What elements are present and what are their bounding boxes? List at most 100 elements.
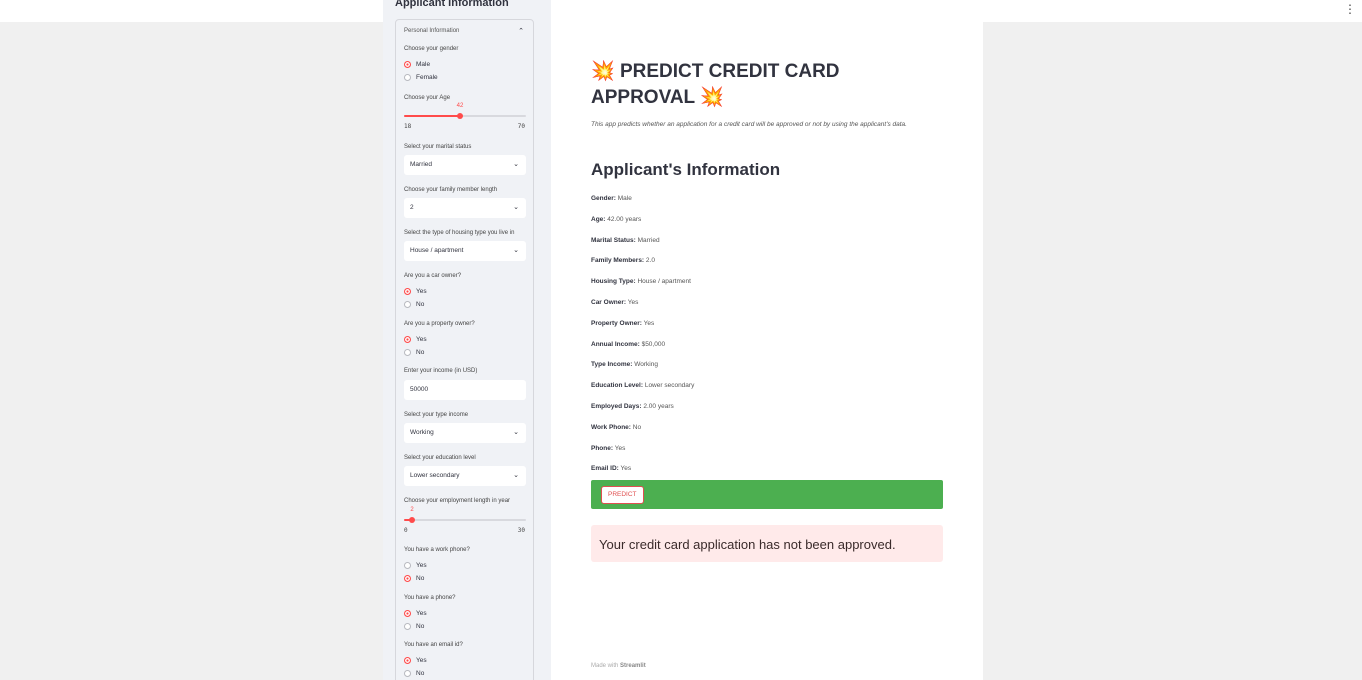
predict-bar: PREDICT [591, 480, 943, 509]
applicant-info-heading: Applicant's Information [591, 160, 781, 179]
predict-button[interactable]: PREDICT [601, 486, 644, 504]
info-value: Yes [627, 299, 639, 306]
streamlit-link[interactable]: Streamlit [620, 663, 646, 669]
property-owner-radio-no[interactable]: No [404, 347, 424, 357]
age-slider-thumb[interactable] [457, 113, 463, 119]
result-alert: Your credit card application has not bee… [591, 525, 943, 562]
info-value: 2.00 years [643, 403, 674, 410]
housing-type-select[interactable]: House / apartment ⌄ [404, 241, 526, 261]
info-key: Annual Income: [591, 341, 640, 348]
info-key: Property Owner: [591, 320, 642, 327]
chevron-down-icon: ⌄ [513, 429, 519, 436]
info-key: Marital Status: [591, 237, 636, 244]
gender-radio-male[interactable]: Male [404, 59, 430, 69]
personal-info-expander: Personal Information ⌃ Choose your gende… [395, 19, 534, 680]
info-key: Type Income: [591, 361, 633, 368]
income-input[interactable]: 50000 [404, 380, 526, 400]
radio-unselected-icon [404, 669, 411, 677]
info-row: Phone: Yes [591, 445, 625, 452]
marital-status-select[interactable]: Married ⌄ [404, 155, 526, 175]
radio-selected-icon [404, 574, 411, 582]
age-label: Choose your Age [404, 95, 451, 101]
info-value: Yes [643, 320, 655, 327]
radio-selected-icon [404, 609, 411, 617]
education-label: Select your education level [404, 455, 476, 461]
footer: Made with Streamlit [591, 663, 646, 669]
info-key: Employed Days: [591, 403, 642, 410]
info-row: Marital Status: Married [591, 237, 660, 244]
age-slider[interactable] [404, 113, 526, 119]
marital-status-label: Select your marital status [404, 144, 472, 150]
education-select[interactable]: Lower secondary ⌄ [404, 466, 526, 486]
info-value: Lower secondary [644, 382, 695, 389]
gender-radio-female[interactable]: Female [404, 72, 438, 82]
car-owner-radio-yes[interactable]: Yes [404, 286, 427, 296]
family-length-label: Choose your family member length [404, 187, 498, 193]
phone-radio-no[interactable]: No [404, 621, 424, 631]
info-key: Car Owner: [591, 299, 627, 306]
info-key: Gender: [591, 195, 616, 202]
age-slider-fill [404, 115, 460, 117]
radio-unselected-icon [404, 73, 411, 81]
property-owner-radio-yes[interactable]: Yes [404, 334, 427, 344]
main-content: 💥 PREDICT CREDIT CARD APPROVAL 💥 This ap… [551, 22, 983, 680]
type-income-label: Select your type income [404, 412, 469, 418]
info-value: Male [617, 195, 632, 202]
age-slider-max: 70 [517, 123, 525, 130]
age-slider-min: 18 [404, 123, 412, 130]
email-radio-no[interactable]: No [404, 668, 424, 678]
family-length-select[interactable]: 2 ⌄ [404, 198, 526, 218]
info-key: Housing Type: [591, 278, 636, 285]
info-row: Age: 42.00 years [591, 216, 641, 223]
info-row: Employed Days: 2.00 years [591, 403, 674, 410]
work-phone-label: You have a work phone? [404, 547, 470, 553]
info-key: Family Members: [591, 257, 645, 264]
info-value: $50,000 [641, 341, 666, 348]
age-slider-value: 42 [456, 103, 464, 109]
info-value: 2.0 [645, 257, 655, 264]
page-title: 💥 PREDICT CREDIT CARD APPROVAL 💥 [591, 59, 911, 111]
employment-slider-min: 0 [404, 527, 408, 534]
radio-unselected-icon [404, 622, 411, 630]
info-row: Family Members: 2.0 [591, 257, 655, 264]
radio-selected-icon [404, 287, 411, 295]
info-value: 42.00 years [607, 216, 642, 223]
app-description: This app predicts whether an application… [591, 121, 907, 128]
info-value: No [632, 424, 642, 431]
property-owner-label: Are you a property owner? [404, 321, 475, 327]
housing-type-label: Select the type of housing type you live… [404, 230, 515, 236]
employment-length-label: Choose your employment length in year [404, 498, 511, 504]
car-owner-label: Are you a car owner? [404, 273, 462, 279]
info-key: Phone: [591, 445, 614, 452]
radio-unselected-icon [404, 561, 411, 569]
phone-label: You have a phone? [404, 595, 456, 601]
info-value: Married [637, 237, 660, 244]
work-phone-radio-yes[interactable]: Yes [404, 560, 427, 570]
collision-icon: 💥 [591, 61, 615, 83]
sidebar-title: Applicant Information [395, 0, 509, 9]
work-phone-radio-no[interactable]: No [404, 573, 424, 583]
info-row: Work Phone: No [591, 424, 641, 431]
info-value: Working [634, 361, 658, 368]
info-row: Car Owner: Yes [591, 299, 638, 306]
employment-slider[interactable] [404, 517, 526, 523]
info-row: Annual Income: $50,000 [591, 341, 665, 348]
radio-unselected-icon [404, 348, 411, 356]
employment-slider-thumb[interactable] [409, 517, 415, 523]
employment-slider-max: 30 [517, 527, 525, 534]
expander-header[interactable]: Personal Information [404, 28, 459, 34]
info-key: Work Phone: [591, 424, 631, 431]
email-radio-yes[interactable]: Yes [404, 655, 427, 665]
radio-selected-icon [404, 60, 411, 68]
info-value: Yes [620, 465, 632, 472]
chevron-up-icon[interactable]: ⌃ [518, 27, 524, 35]
title-line-2: APPROVAL [591, 87, 695, 108]
info-key: Email ID: [591, 465, 619, 472]
car-owner-radio-no[interactable]: No [404, 299, 424, 309]
type-income-select[interactable]: Working ⌄ [404, 423, 526, 443]
main-menu-icon[interactable]: ⋮ [1344, 2, 1356, 16]
phone-radio-yes[interactable]: Yes [404, 608, 427, 618]
email-label: You have an email id? [404, 642, 463, 648]
income-label: Enter your income (in USD) [404, 368, 478, 374]
info-row: Gender: Male [591, 195, 632, 202]
